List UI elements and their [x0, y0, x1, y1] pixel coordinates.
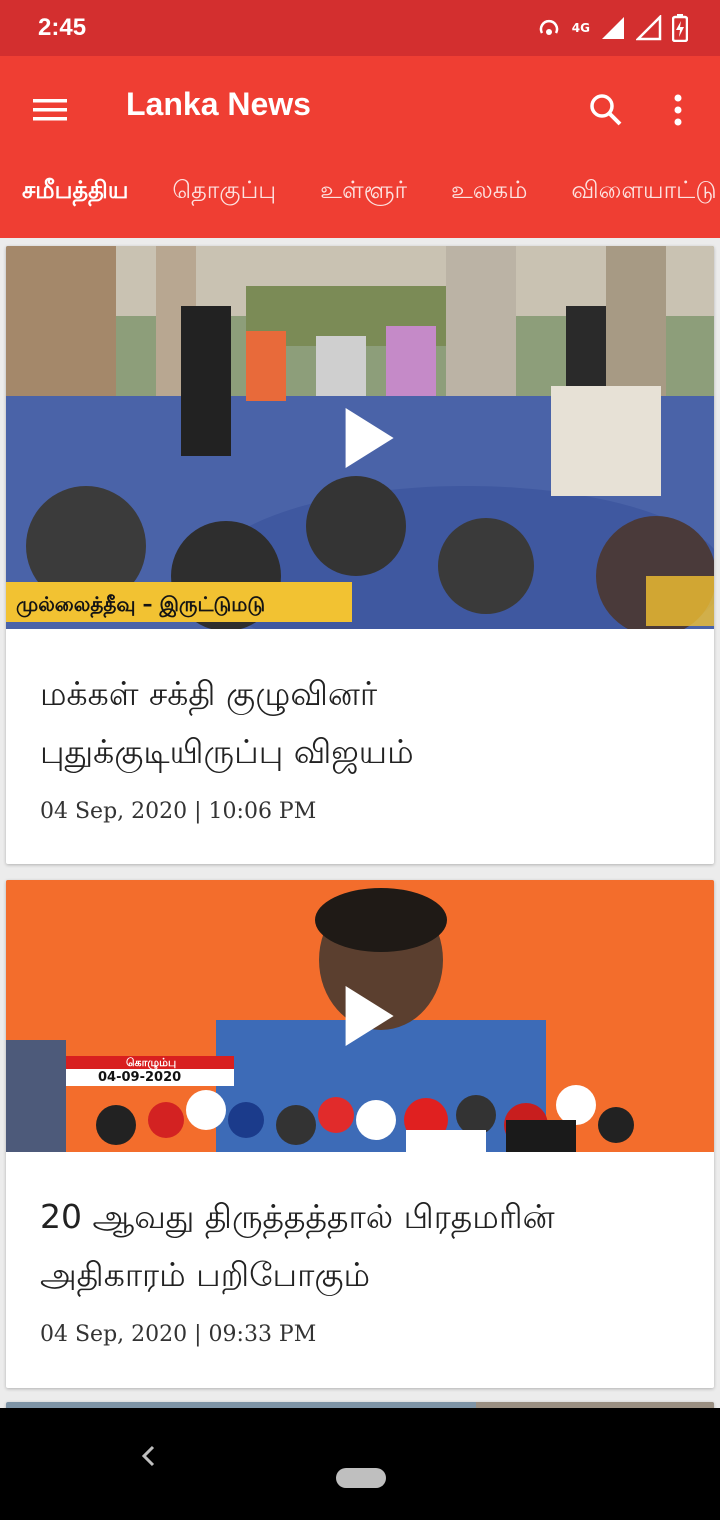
category-tabs: சமீபத்திய தொகுப்பு உள்ளூர் உலகம் விளையாட…: [0, 164, 720, 238]
video-date-caption: 04-09-2020: [98, 1070, 182, 1085]
article-date: 04 Sep, 2020 | 10:06 PM: [40, 799, 317, 824]
article-title[interactable]: 20 ஆவது திருத்தத்தால் பிரதமரின் அதிகாரம்…: [6, 1152, 714, 1304]
signal-icon: [602, 17, 624, 39]
hotspot-icon: [539, 19, 559, 35]
app-title: Lanka News: [126, 86, 311, 122]
home-pill-button[interactable]: [336, 1468, 386, 1488]
app-bar: Lanka News சமீபத்திய தொகுப்பு உள்ளூர் உல…: [0, 56, 720, 238]
video-thumbnail[interactable]: முல்லைத்தீவு – இருட்டுமடு: [6, 246, 714, 666]
video-location-caption: முல்லைத்தீவு – இருட்டுமடு: [16, 592, 266, 616]
news-card[interactable]: கொழும்பு 04-09-2020 20 ஆவது திருத்தத்தால…: [6, 880, 714, 1388]
tab-local[interactable]: உள்ளூர்: [298, 164, 429, 238]
menu-button[interactable]: [22, 82, 78, 138]
status-icons: 4G: [536, 12, 688, 44]
signal-empty-icon: [636, 15, 662, 41]
more-vert-icon: [674, 94, 682, 126]
status-bar: 2:45 4G: [0, 0, 720, 56]
video-location-caption: கொழும்பு: [126, 1056, 177, 1069]
tab-latest[interactable]: சமீபத்திய: [0, 164, 150, 238]
news-card[interactable]: முல்லைத்தீவு – இருட்டுமடு மக்கள் சக்தி க…: [6, 246, 714, 864]
play-icon[interactable]: [345, 986, 394, 1046]
article-title[interactable]: மக்கள் சக்தி குழுவினர் புதுக்குடியிருப்ப…: [6, 629, 714, 781]
back-chevron-icon: [141, 1445, 155, 1467]
tab-collection[interactable]: தொகுப்பு: [150, 164, 298, 238]
network-type-label: 4G: [571, 21, 590, 35]
search-button[interactable]: [578, 82, 634, 138]
back-button[interactable]: [130, 1436, 166, 1476]
search-icon: [590, 94, 622, 126]
play-icon[interactable]: [345, 407, 394, 468]
navigation-bar: [0, 1408, 720, 1520]
battery-charging-icon: [672, 14, 688, 42]
article-date: 04 Sep, 2020 | 09:33 PM: [40, 1322, 317, 1347]
video-thumbnail[interactable]: கொழும்பு 04-09-2020: [6, 880, 714, 1152]
tab-sports[interactable]: விளையாட்டு: [549, 164, 720, 238]
tab-world[interactable]: உலகம்: [429, 164, 549, 238]
status-time: 2:45: [38, 14, 87, 41]
more-options-button[interactable]: [650, 82, 706, 138]
hamburger-menu-icon: [33, 99, 67, 121]
